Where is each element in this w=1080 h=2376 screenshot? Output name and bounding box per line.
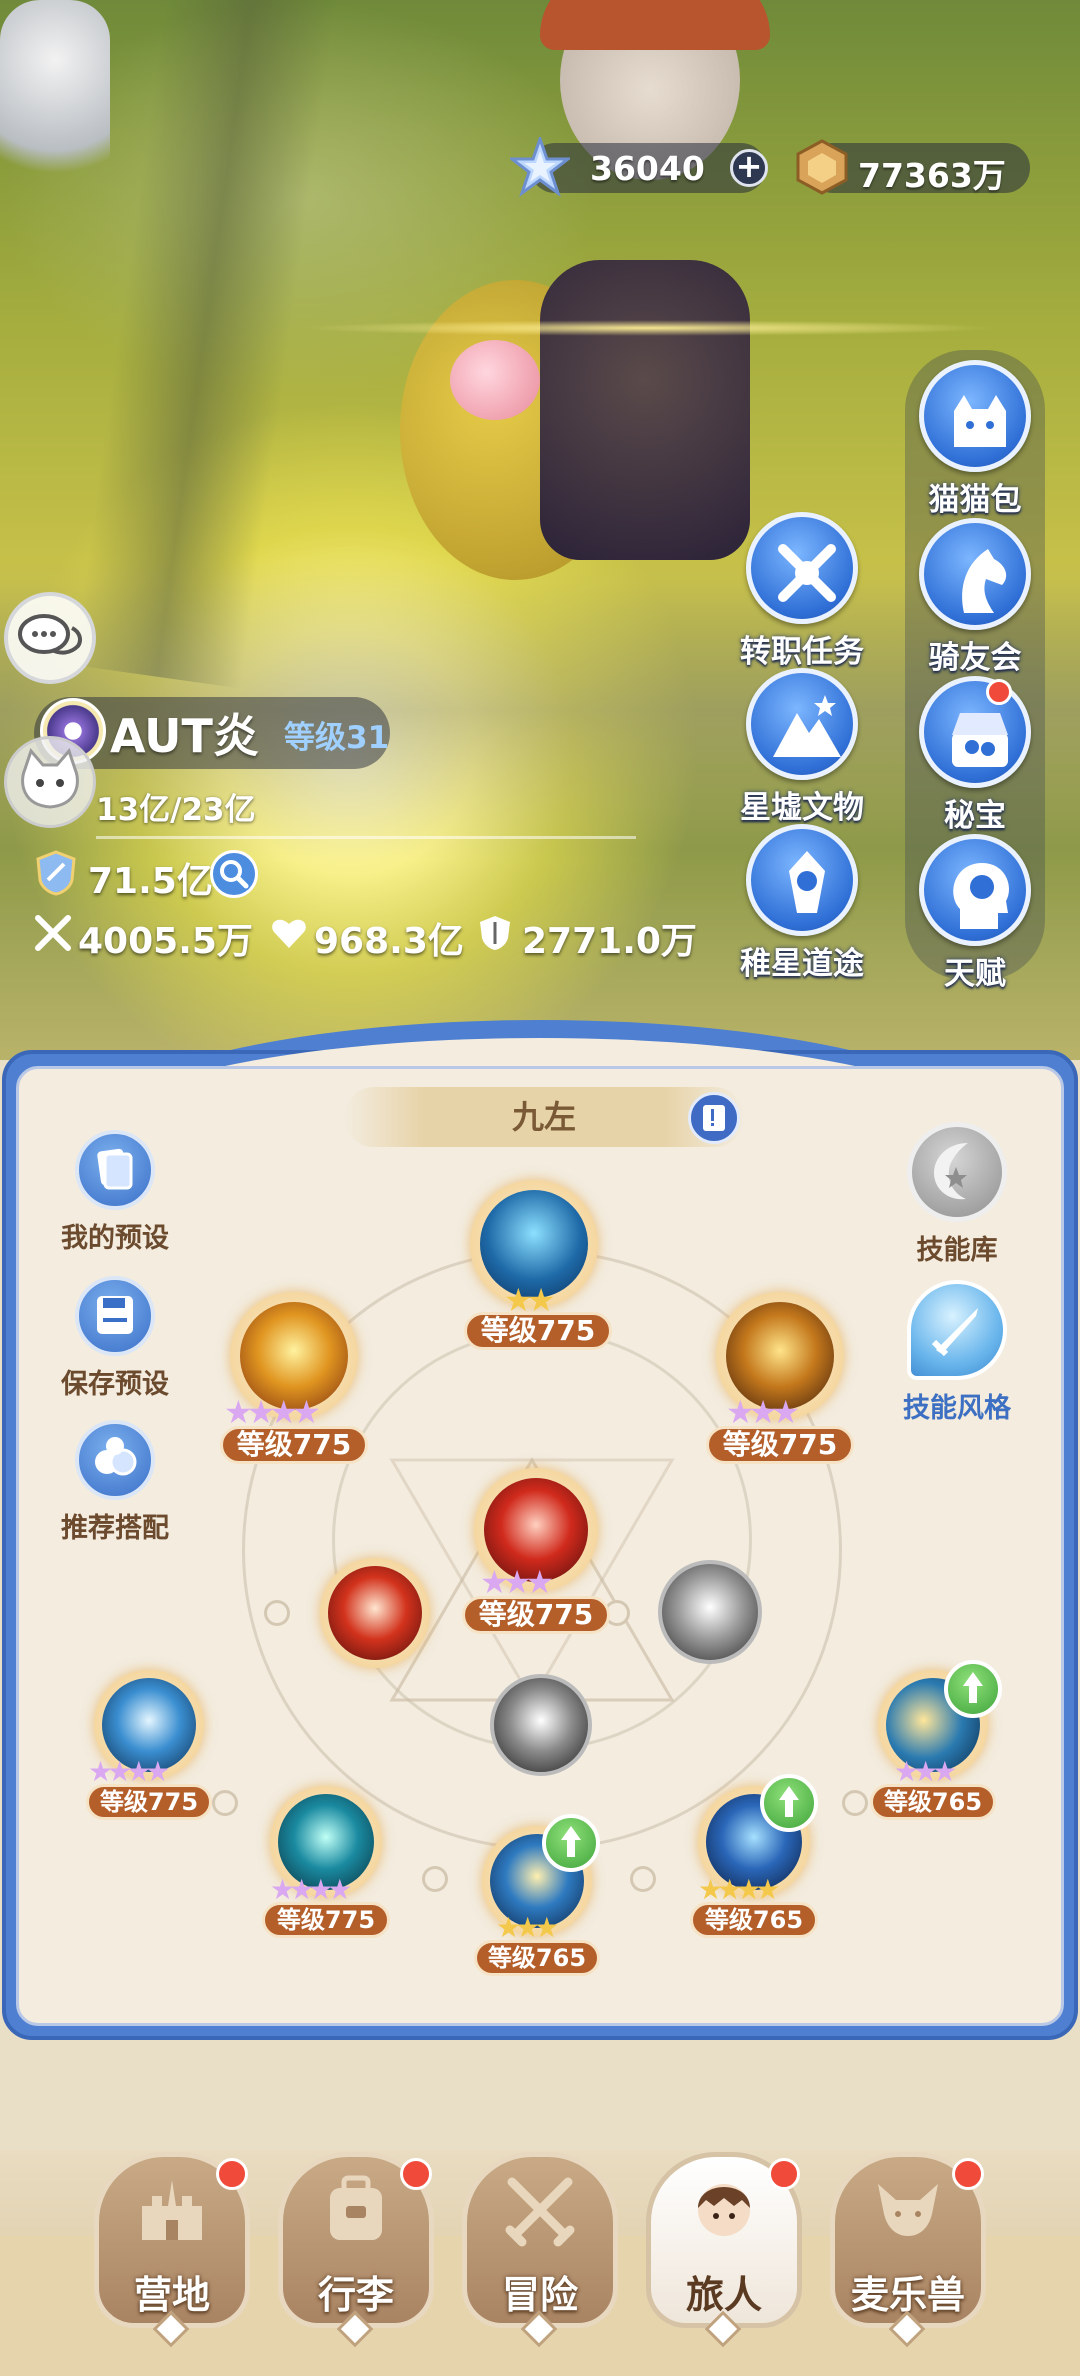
- skill-level: 等级775: [220, 1426, 368, 1464]
- skill-stars: ★★★: [480, 1563, 554, 1601]
- add-gem-button[interactable]: +: [730, 149, 768, 187]
- nav-adventure[interactable]: 冒险: [462, 2152, 618, 2348]
- brain-head-icon: [953, 863, 1009, 929]
- star-path-icon: [789, 851, 825, 913]
- chat-button[interactable]: [4, 592, 96, 684]
- light-beam: [300, 320, 1000, 336]
- castle-icon: [142, 2180, 202, 2240]
- gold-amount: 77363万: [858, 156, 1006, 195]
- preset-info-button[interactable]: [688, 1092, 740, 1144]
- attack-swords-icon: [35, 915, 71, 951]
- preset-cards-icon: [97, 1148, 133, 1190]
- notification-dot: [768, 2158, 800, 2190]
- crossed-swords-icon: [505, 2177, 575, 2247]
- power-detail-button[interactable]: [210, 850, 258, 898]
- pink-pet: [450, 340, 540, 420]
- skill-style-button[interactable]: 技能风格: [882, 1280, 1032, 1425]
- player-level: 等级31: [284, 720, 390, 756]
- moon-library-icon: [934, 1143, 968, 1200]
- notification-dot: [986, 679, 1012, 705]
- passive-icon-grey-hourglass: [490, 1674, 592, 1776]
- cat-bag-icon: [954, 395, 1006, 447]
- passive-icon-red: [328, 1566, 422, 1660]
- chat-bubble-icon: [18, 614, 82, 655]
- recommend-combo-button[interactable]: 推荐搭配: [40, 1420, 190, 1545]
- search-icon: [220, 860, 249, 889]
- combat-power: 71.5亿: [88, 861, 213, 902]
- pet-avatar[interactable]: [4, 736, 96, 828]
- skill-library-button[interactable]: 技能库: [882, 1122, 1032, 1267]
- nav-pets[interactable]: 麦乐兽: [830, 2152, 986, 2348]
- relic-mountain-icon: [773, 695, 841, 757]
- gold-coin-icon: [796, 139, 848, 195]
- defense-shield-icon: [480, 916, 510, 950]
- shield-power-icon: [36, 850, 76, 896]
- upgrade-arrow-icon: [760, 1774, 818, 1832]
- notification-dot: [952, 2158, 984, 2190]
- treasure-chest-icon: [952, 713, 1008, 767]
- fox-pet-icon: [878, 2184, 938, 2236]
- horse-head-icon: [962, 549, 1007, 613]
- my-presets-button[interactable]: 我的预设: [40, 1130, 190, 1255]
- save-preset-button[interactable]: 保存预设: [40, 1276, 190, 1401]
- heart-icon: [272, 919, 306, 948]
- preset-name[interactable]: 九左: [344, 1087, 744, 1147]
- skill-level: 等级775: [462, 1596, 610, 1634]
- passive-icon-grey-clock: [658, 1560, 762, 1664]
- skill-level: 等级775: [464, 1312, 612, 1350]
- notification-dot: [216, 2158, 248, 2190]
- skill-stars: ★★★: [726, 1393, 800, 1431]
- skill-level: 等级765: [870, 1784, 996, 1820]
- skill-level: 等级775: [706, 1426, 854, 1464]
- backpack-icon: [330, 2175, 382, 2240]
- book-icon: [703, 1105, 725, 1131]
- experience-text: 13亿/23亿: [96, 792, 256, 828]
- character-hat: [540, 0, 770, 50]
- traveler-portrait-icon: [698, 2184, 750, 2236]
- defense-stat: 2771.0万: [522, 921, 697, 962]
- player-name: AUT炎: [110, 709, 259, 763]
- skill-panel: 九左 我的预设 保存预设 推荐搭配 技能库 技能风格 ★★ 等级775 ★★★★…: [2, 1020, 1078, 2042]
- nav-camp[interactable]: 营地: [94, 2152, 250, 2348]
- star-path-button[interactable]: 稚星道途: [727, 824, 877, 983]
- save-disk-icon: [97, 1296, 133, 1334]
- treasure-button[interactable]: 秘宝: [900, 676, 1050, 835]
- star-relic-button[interactable]: 星墟文物: [727, 668, 877, 827]
- skill-stars: ★★★★: [224, 1393, 321, 1431]
- sword-droplet-icon: [931, 1308, 978, 1357]
- skill-level: 等级775: [262, 1902, 390, 1938]
- character-body: [540, 260, 750, 560]
- attack-stat: 4005.5万: [78, 921, 253, 962]
- experience-divider: [96, 836, 636, 839]
- npc-character: [0, 0, 110, 200]
- rider-club-button[interactable]: 骑友会: [900, 518, 1050, 677]
- upgrade-arrow-icon: [542, 1814, 600, 1872]
- gem-amount: 36040: [590, 149, 705, 188]
- class-change-quest-button[interactable]: 转职任务: [727, 512, 877, 671]
- skill-level: 等级765: [690, 1902, 818, 1938]
- notification-dot: [400, 2158, 432, 2190]
- cat-bag-button[interactable]: 猫猫包: [900, 360, 1050, 519]
- recommend-combo-icon: [95, 1437, 137, 1476]
- skill-level: 等级765: [474, 1940, 600, 1976]
- hp-stat: 968.3亿: [314, 921, 464, 962]
- class-change-icon: [778, 544, 836, 602]
- upgrade-arrow-icon: [944, 1660, 1002, 1718]
- gold-currency: 77363万: [796, 139, 1030, 195]
- cat-face-icon: [21, 748, 79, 809]
- nav-traveler[interactable]: 旅人: [646, 2152, 802, 2348]
- star-crystal-icon: [510, 137, 570, 197]
- skill-level: 等级775: [86, 1784, 212, 1820]
- nav-luggage[interactable]: 行李: [278, 2152, 434, 2348]
- talent-button[interactable]: 天赋: [900, 834, 1050, 993]
